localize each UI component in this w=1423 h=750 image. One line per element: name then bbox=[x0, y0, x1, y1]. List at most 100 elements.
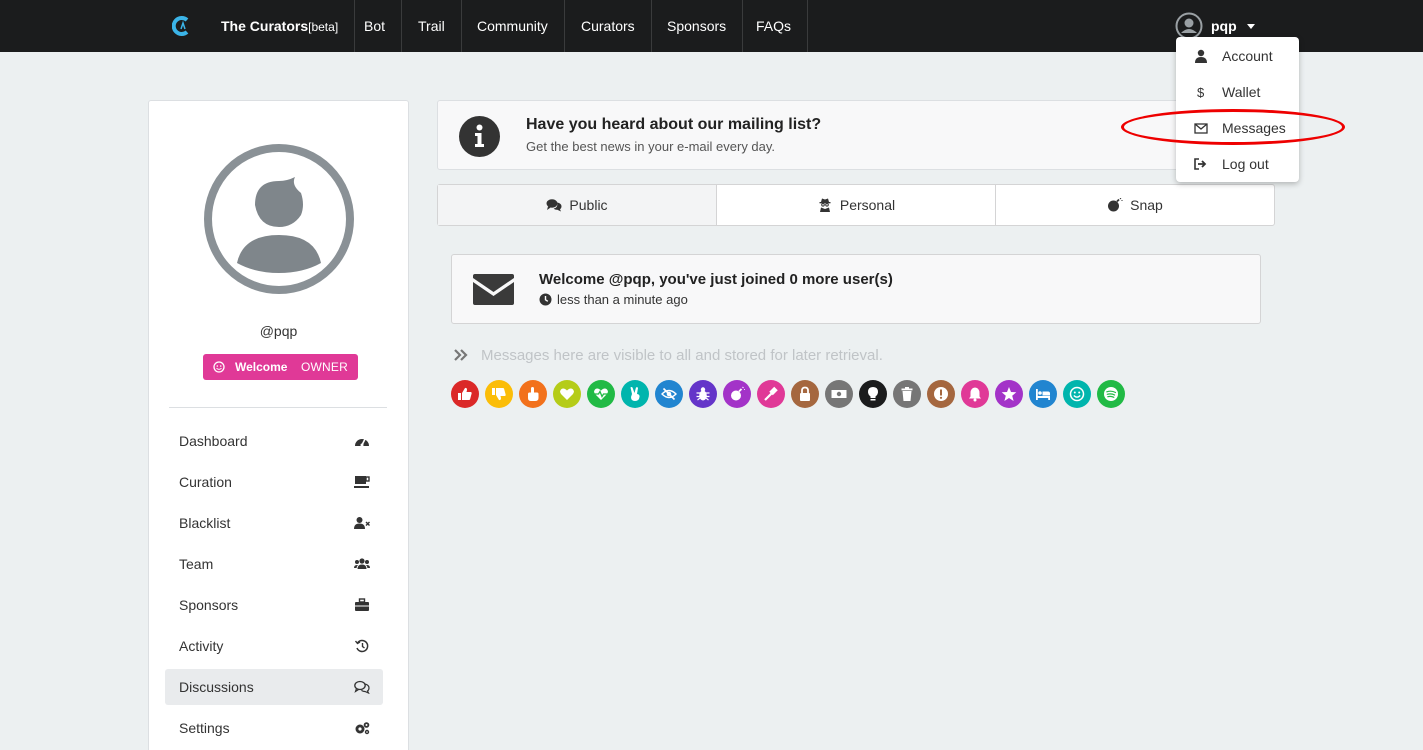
exclamation-icon[interactable] bbox=[927, 380, 955, 408]
smile-icon[interactable] bbox=[1063, 380, 1091, 408]
sidebar-item-label: Settings bbox=[179, 720, 230, 736]
tab-label: Snap bbox=[1130, 197, 1163, 213]
nav-community[interactable]: Community bbox=[461, 0, 565, 52]
dropdown-label: Log out bbox=[1222, 156, 1269, 172]
heart-icon[interactable] bbox=[553, 380, 581, 408]
timestamp: less than a minute ago bbox=[557, 292, 688, 307]
user-secret-icon bbox=[819, 198, 831, 212]
bomb-icon bbox=[1108, 198, 1123, 212]
info-circle-icon bbox=[459, 116, 500, 157]
dropdown-item-wallet[interactable]: $ Wallet bbox=[1176, 74, 1299, 110]
sidebar-item-label: Dashboard bbox=[179, 433, 248, 449]
envelope-icon bbox=[1194, 123, 1208, 134]
sidebar-item-sponsors[interactable]: Sponsors bbox=[165, 587, 383, 623]
notice-subtitle: Get the best news in your e-mail every d… bbox=[526, 139, 776, 154]
envelope-icon bbox=[473, 274, 514, 305]
lock-icon[interactable] bbox=[791, 380, 819, 408]
dropdown-item-account[interactable]: Account bbox=[1176, 38, 1299, 74]
sidebar-item-label: Blacklist bbox=[179, 515, 231, 531]
role-badge: Welcome OWNER bbox=[203, 354, 358, 380]
user-menu-toggle[interactable]: pqp bbox=[1175, 12, 1255, 40]
spotify-icon[interactable] bbox=[1097, 380, 1125, 408]
dropdown-label: Wallet bbox=[1222, 84, 1261, 100]
bell-icon[interactable] bbox=[961, 380, 989, 408]
profile-handle: @pqp bbox=[259, 323, 298, 339]
profile-sidebar: @pqp Welcome OWNER Dashboard Curation Bl… bbox=[148, 100, 409, 750]
nav-sponsors[interactable]: Sponsors bbox=[651, 0, 744, 52]
profile-avatar-icon bbox=[204, 144, 354, 294]
briefcase-icon bbox=[355, 598, 369, 611]
nav-curators[interactable]: Curators bbox=[565, 0, 652, 52]
logout-icon bbox=[1194, 158, 1207, 170]
svg-text:$: $ bbox=[1197, 85, 1205, 99]
hand-point-icon[interactable] bbox=[519, 380, 547, 408]
dropdown-item-messages[interactable]: Messages bbox=[1176, 110, 1299, 146]
nav-username: pqp bbox=[1211, 18, 1237, 34]
tab-public[interactable]: Public bbox=[438, 185, 717, 225]
message-input[interactable] bbox=[481, 343, 1251, 367]
nav-brand[interactable]: The Curators[beta] bbox=[205, 0, 356, 52]
user-icon bbox=[1195, 49, 1207, 63]
history-icon bbox=[354, 639, 369, 653]
tab-personal[interactable]: Personal bbox=[717, 185, 996, 225]
message-composer bbox=[451, 343, 1261, 367]
sidebar-item-label: Curation bbox=[179, 474, 232, 490]
sidebar-item-label: Activity bbox=[179, 638, 224, 654]
tab-snap[interactable]: Snap bbox=[996, 185, 1274, 225]
thumbs-up-icon[interactable] bbox=[451, 380, 479, 408]
welcome-message: Welcome @pqp, you've just joined 0 more … bbox=[451, 254, 1261, 324]
welcome-message-title: Welcome @pqp, you've just joined 0 more … bbox=[539, 271, 893, 288]
coffee-icon bbox=[354, 476, 370, 488]
mailing-list-notice: Have you heard about our mailing list? G… bbox=[437, 100, 1292, 170]
chat-tabs: Public Personal Snap bbox=[437, 184, 1275, 226]
comments-icon bbox=[354, 680, 370, 694]
peace-hand-icon[interactable] bbox=[621, 380, 649, 408]
notice-title: Have you heard about our mailing list? bbox=[526, 116, 822, 133]
money-icon[interactable] bbox=[825, 380, 853, 408]
brand-name: The Curators bbox=[221, 18, 309, 34]
eye-slash-icon[interactable] bbox=[655, 380, 683, 408]
comments-icon bbox=[546, 199, 562, 212]
bomb-icon[interactable] bbox=[723, 380, 751, 408]
sidebar-item-activity[interactable]: Activity bbox=[165, 628, 383, 664]
user-dropdown-menu: Account $ Wallet Messages Log out bbox=[1176, 37, 1299, 182]
nav-trail[interactable]: Trail bbox=[402, 0, 462, 52]
nav-faqs[interactable]: FAQs bbox=[740, 0, 809, 52]
gavel-icon[interactable] bbox=[757, 380, 785, 408]
curators-logo-icon[interactable] bbox=[172, 16, 192, 36]
trash-icon[interactable] bbox=[893, 380, 921, 408]
badge-label: Welcome bbox=[235, 360, 288, 374]
user-avatar-icon bbox=[1175, 12, 1203, 40]
user-times-icon bbox=[354, 517, 370, 529]
nav-bot[interactable]: Bot bbox=[348, 0, 403, 52]
dropdown-item-logout[interactable]: Log out bbox=[1176, 146, 1299, 182]
bug-icon[interactable] bbox=[689, 380, 717, 408]
star-icon[interactable] bbox=[995, 380, 1023, 408]
bed-icon[interactable] bbox=[1029, 380, 1057, 408]
clock-icon bbox=[539, 293, 552, 306]
dropdown-label: Account bbox=[1222, 48, 1273, 64]
sidebar-item-label: Sponsors bbox=[179, 597, 239, 613]
dropdown-label: Messages bbox=[1222, 120, 1286, 136]
heartbeat-icon[interactable] bbox=[587, 380, 615, 408]
sidebar-divider bbox=[169, 407, 387, 408]
brand-beta-tag: [beta] bbox=[308, 20, 339, 34]
dollar-icon: $ bbox=[1197, 85, 1205, 99]
lightbulb-icon[interactable] bbox=[859, 380, 887, 408]
caret-down-icon bbox=[1246, 23, 1255, 29]
sidebar-item-discussions[interactable]: Discussions bbox=[165, 669, 383, 705]
sidebar-item-settings[interactable]: Settings bbox=[165, 710, 383, 746]
welcome-message-time: less than a minute ago bbox=[539, 292, 688, 307]
tab-label: Public bbox=[569, 197, 608, 213]
badge-role: OWNER bbox=[301, 360, 348, 374]
sidebar-item-blacklist[interactable]: Blacklist bbox=[165, 505, 383, 541]
cogs-icon bbox=[355, 722, 370, 735]
double-chevron-right-icon bbox=[454, 349, 468, 361]
sidebar-item-dashboard[interactable]: Dashboard bbox=[165, 423, 383, 459]
smile-icon bbox=[213, 361, 225, 373]
sidebar-item-curation[interactable]: Curation bbox=[165, 464, 383, 500]
sidebar-item-label: Discussions bbox=[179, 679, 254, 695]
tachometer-icon bbox=[355, 438, 369, 447]
sidebar-item-team[interactable]: Team bbox=[165, 546, 383, 582]
thumbs-down-icon[interactable] bbox=[485, 380, 513, 408]
